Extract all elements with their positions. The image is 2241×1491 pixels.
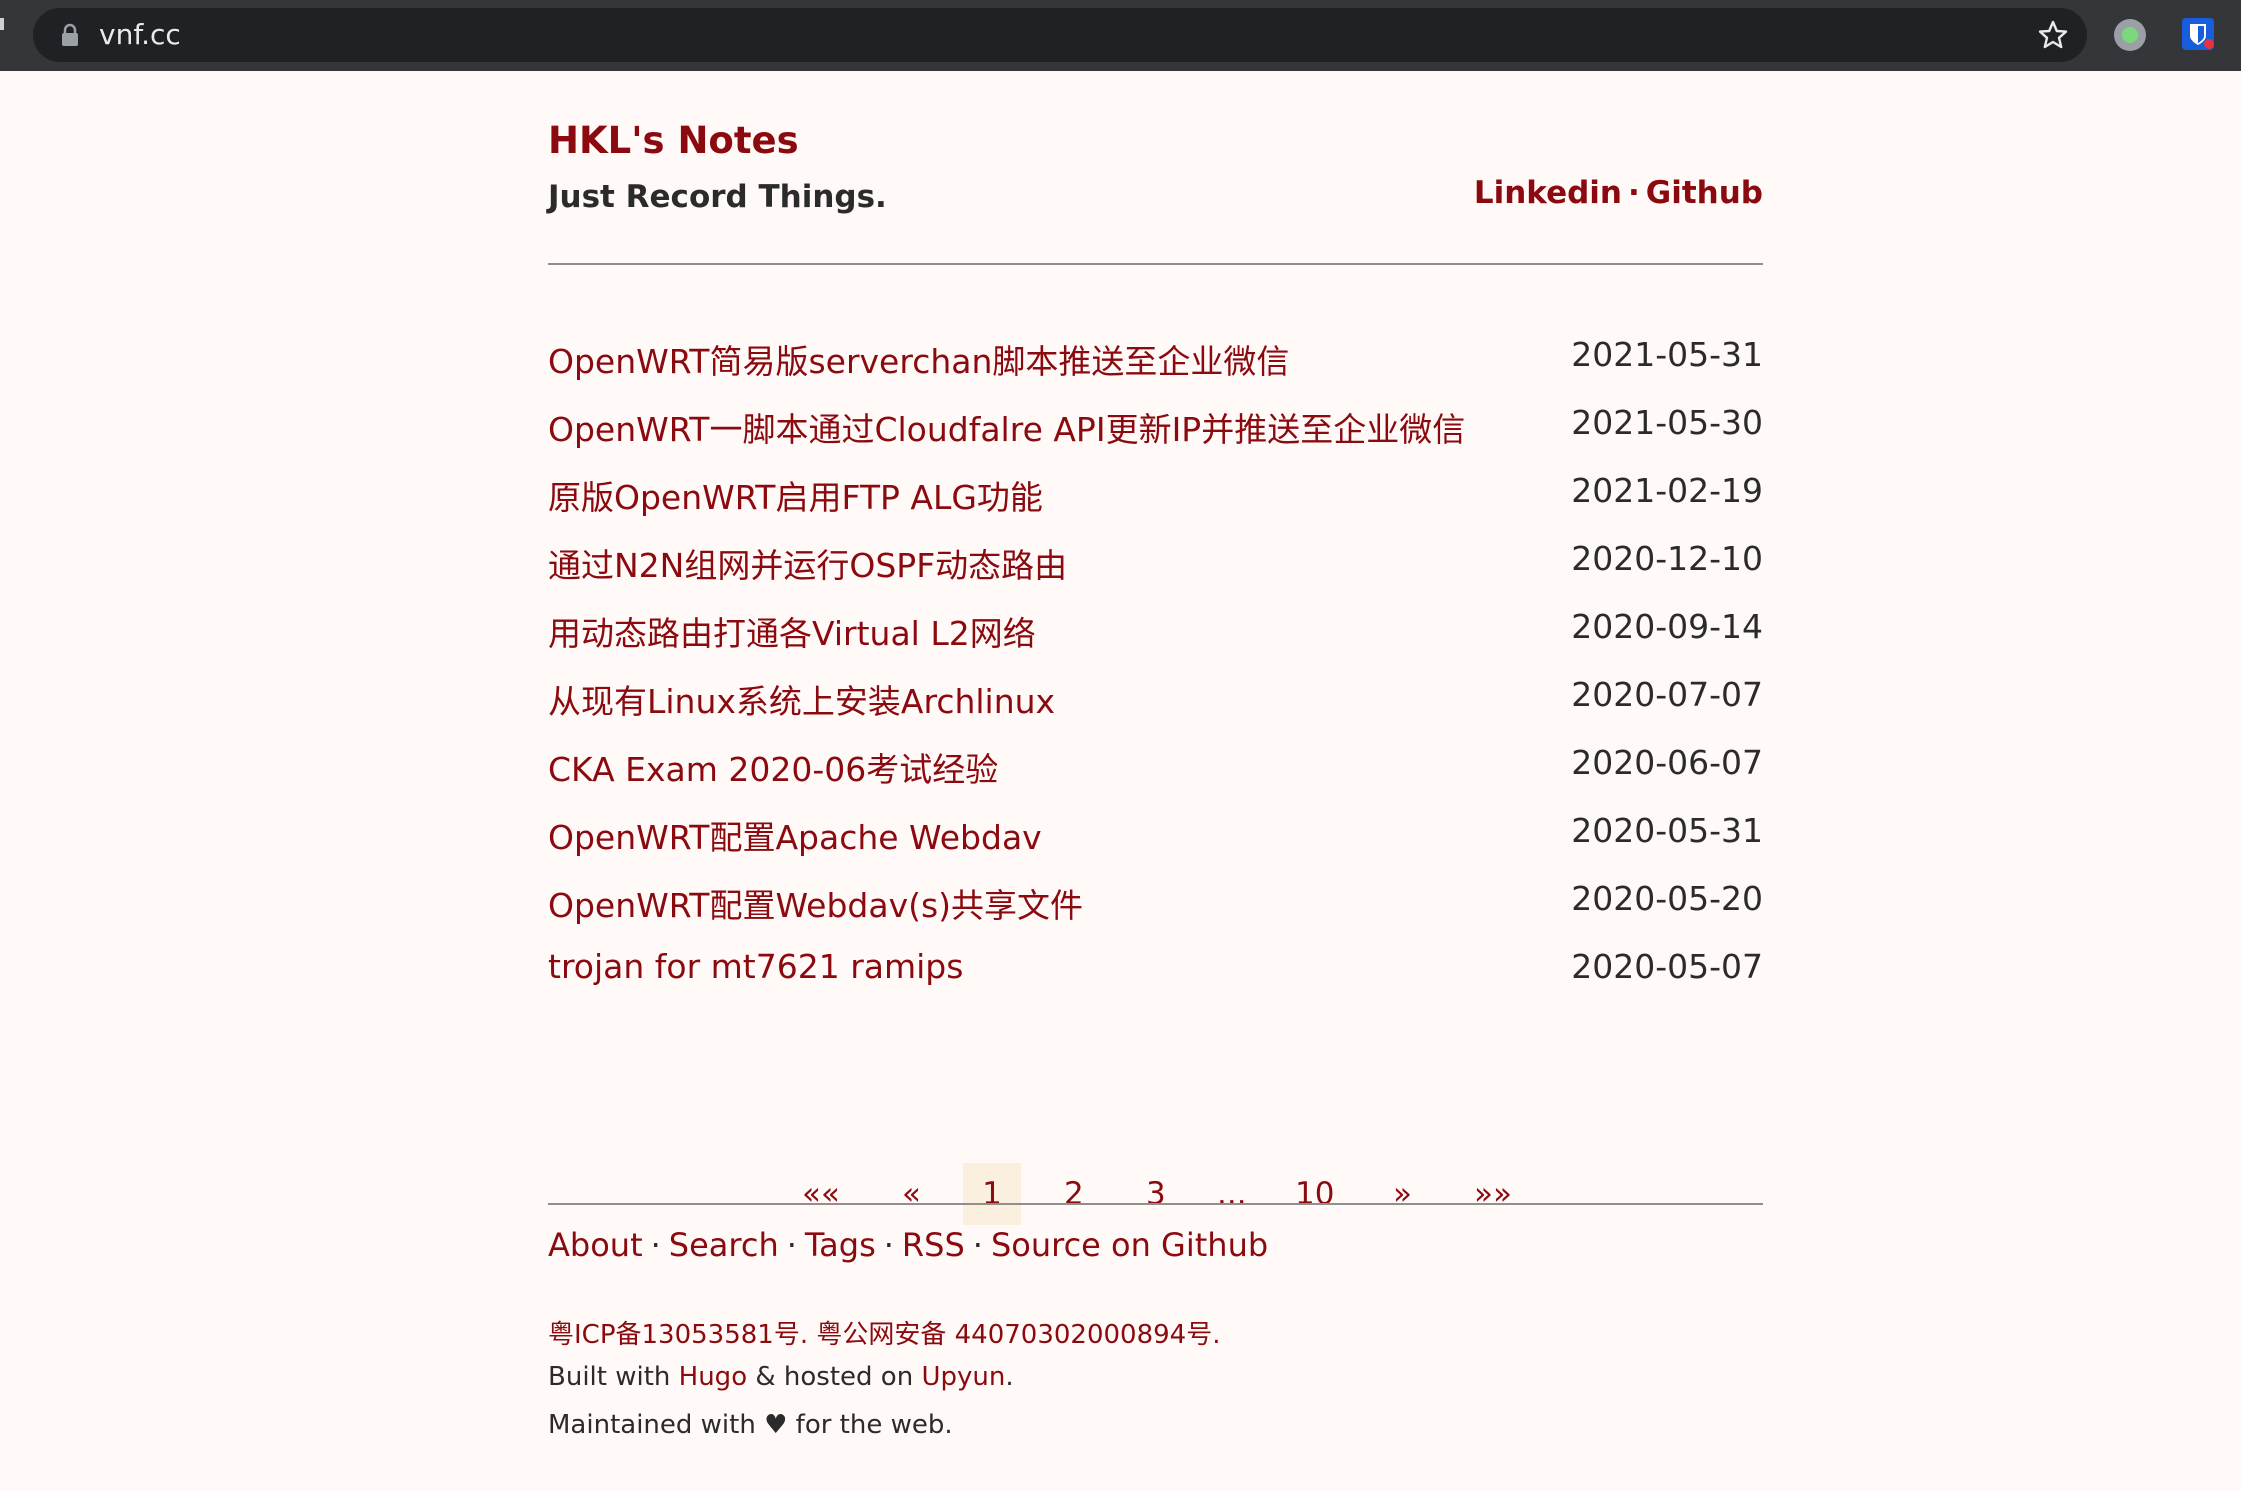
list-item: 通过N2N组网并运行OSPF动态路由 2020-12-10	[548, 539, 1763, 607]
maintained-line: Maintained with ♥ for the web.	[548, 1410, 953, 1440]
bitwarden-extension-icon[interactable]	[2180, 16, 2216, 52]
list-item: CKA Exam 2020-06考试经验 2020-06-07	[548, 743, 1763, 811]
github-link[interactable]: Github	[1646, 175, 1763, 211]
post-date: 2021-05-31	[1571, 335, 1763, 374]
built-prefix: Built with	[548, 1362, 679, 1392]
post-date: 2020-12-10	[1571, 539, 1763, 578]
separator: ·	[650, 1226, 661, 1264]
lock-icon[interactable]	[59, 23, 81, 47]
post-link[interactable]: trojan for mt7621 ramips	[548, 947, 963, 986]
footer-source-link[interactable]: Source on Github	[991, 1226, 1268, 1264]
footer-tags-link[interactable]: Tags	[805, 1226, 876, 1264]
pagination: «« « 1 2 3 ... 10 » »»	[548, 1163, 1763, 1225]
pagination-next[interactable]: »	[1393, 1163, 1412, 1225]
pagination-page-10[interactable]: 10	[1295, 1163, 1334, 1225]
header-divider	[548, 263, 1763, 265]
list-item: 用动态路由打通各Virtual L2网络 2020-09-14	[548, 607, 1763, 675]
icp-link[interactable]: 粤ICP备13053581号. 粤公网安备 44070302000894号.	[548, 1320, 1220, 1350]
separator: ·	[1628, 175, 1640, 211]
post-date: 2021-02-19	[1571, 471, 1763, 510]
site-title[interactable]: HKL's Notes	[548, 119, 799, 162]
window-edge-mark	[0, 18, 4, 30]
post-link[interactable]: OpenWRT一脚本通过Cloudfalre API更新IP并推送至企业微信	[548, 403, 1465, 451]
post-link[interactable]: OpenWRT简易版serverchan脚本推送至企业微信	[548, 335, 1289, 383]
footer-nav: About · Search · Tags · RSS · Source on Github	[548, 1226, 1268, 1264]
post-link[interactable]: 原版OpenWRT启用FTP ALG功能	[548, 471, 1043, 519]
list-item: OpenWRT一脚本通过Cloudfalre API更新IP并推送至企业微信 2…	[548, 403, 1763, 471]
post-date: 2020-09-14	[1571, 607, 1763, 646]
post-date: 2020-07-07	[1571, 675, 1763, 714]
linkedin-link[interactable]: Linkedin	[1474, 175, 1622, 211]
post-link[interactable]: 通过N2N组网并运行OSPF动态路由	[548, 539, 1067, 587]
post-date: 2020-05-07	[1571, 947, 1763, 986]
extension-profile-icon[interactable]	[2114, 19, 2146, 51]
pagination-page-2[interactable]: 2	[1064, 1163, 1084, 1225]
pagination-first[interactable]: ««	[802, 1163, 840, 1225]
social-links: Linkedin · Github	[1474, 175, 1763, 211]
post-date: 2021-05-30	[1571, 403, 1763, 442]
list-item: OpenWRT配置Apache Webdav 2020-05-31	[548, 811, 1763, 879]
hugo-link[interactable]: Hugo	[679, 1362, 747, 1392]
post-date: 2020-06-07	[1571, 743, 1763, 782]
upyun-link[interactable]: Upyun	[921, 1362, 1005, 1392]
post-link[interactable]: OpenWRT配置Webdav(s)共享文件	[548, 879, 1083, 927]
built-mid: & hosted on	[747, 1362, 922, 1392]
url-text[interactable]: vnf.cc	[99, 8, 181, 62]
pagination-page-3[interactable]: 3	[1146, 1163, 1166, 1225]
footer-search-link[interactable]: Search	[669, 1226, 779, 1264]
built-with-line: Built with Hugo & hosted on Upyun.	[548, 1362, 1014, 1392]
pagination-page-1[interactable]: 1	[963, 1163, 1021, 1225]
footer-about-link[interactable]: About	[548, 1226, 643, 1264]
maintained-suffix: for the web.	[787, 1410, 953, 1440]
pagination-last[interactable]: »»	[1474, 1163, 1512, 1225]
post-link[interactable]: 用动态路由打通各Virtual L2网络	[548, 607, 1036, 655]
built-suffix: .	[1005, 1362, 1014, 1392]
post-date: 2020-05-20	[1571, 879, 1763, 918]
separator: ·	[883, 1226, 894, 1264]
footer-rss-link[interactable]: RSS	[902, 1226, 965, 1264]
post-date: 2020-05-31	[1571, 811, 1763, 850]
list-item: 原版OpenWRT启用FTP ALG功能 2021-02-19	[548, 471, 1763, 539]
separator: ·	[786, 1226, 797, 1264]
site-subtitle: Just Record Things.	[548, 179, 887, 215]
post-list: OpenWRT简易版serverchan脚本推送至企业微信 2021-05-31…	[548, 335, 1763, 1015]
list-item: trojan for mt7621 ramips 2020-05-07	[548, 947, 1763, 1015]
pagination-ellipsis: ...	[1217, 1176, 1247, 1212]
separator: ·	[972, 1226, 983, 1264]
browser-toolbar: vnf.cc	[0, 0, 2241, 71]
post-link[interactable]: OpenWRT配置Apache Webdav	[548, 811, 1042, 859]
icp-notice: 粤ICP备13053581号. 粤公网安备 44070302000894号.	[548, 1314, 1220, 1351]
maintained-prefix: Maintained with	[548, 1410, 765, 1440]
list-item: 从现有Linux系统上安装Archlinux 2020-07-07	[548, 675, 1763, 743]
footer-divider	[548, 1203, 1763, 1205]
list-item: OpenWRT配置Webdav(s)共享文件 2020-05-20	[548, 879, 1763, 947]
post-link[interactable]: CKA Exam 2020-06考试经验	[548, 743, 998, 791]
heart-icon: ♥	[764, 1410, 788, 1440]
pagination-prev[interactable]: «	[902, 1163, 921, 1225]
list-item: OpenWRT简易版serverchan脚本推送至企业微信 2021-05-31	[548, 335, 1763, 403]
post-link[interactable]: 从现有Linux系统上安装Archlinux	[548, 675, 1055, 723]
address-bar[interactable]: vnf.cc	[33, 8, 2087, 62]
bookmark-star-icon[interactable]	[2037, 19, 2069, 51]
